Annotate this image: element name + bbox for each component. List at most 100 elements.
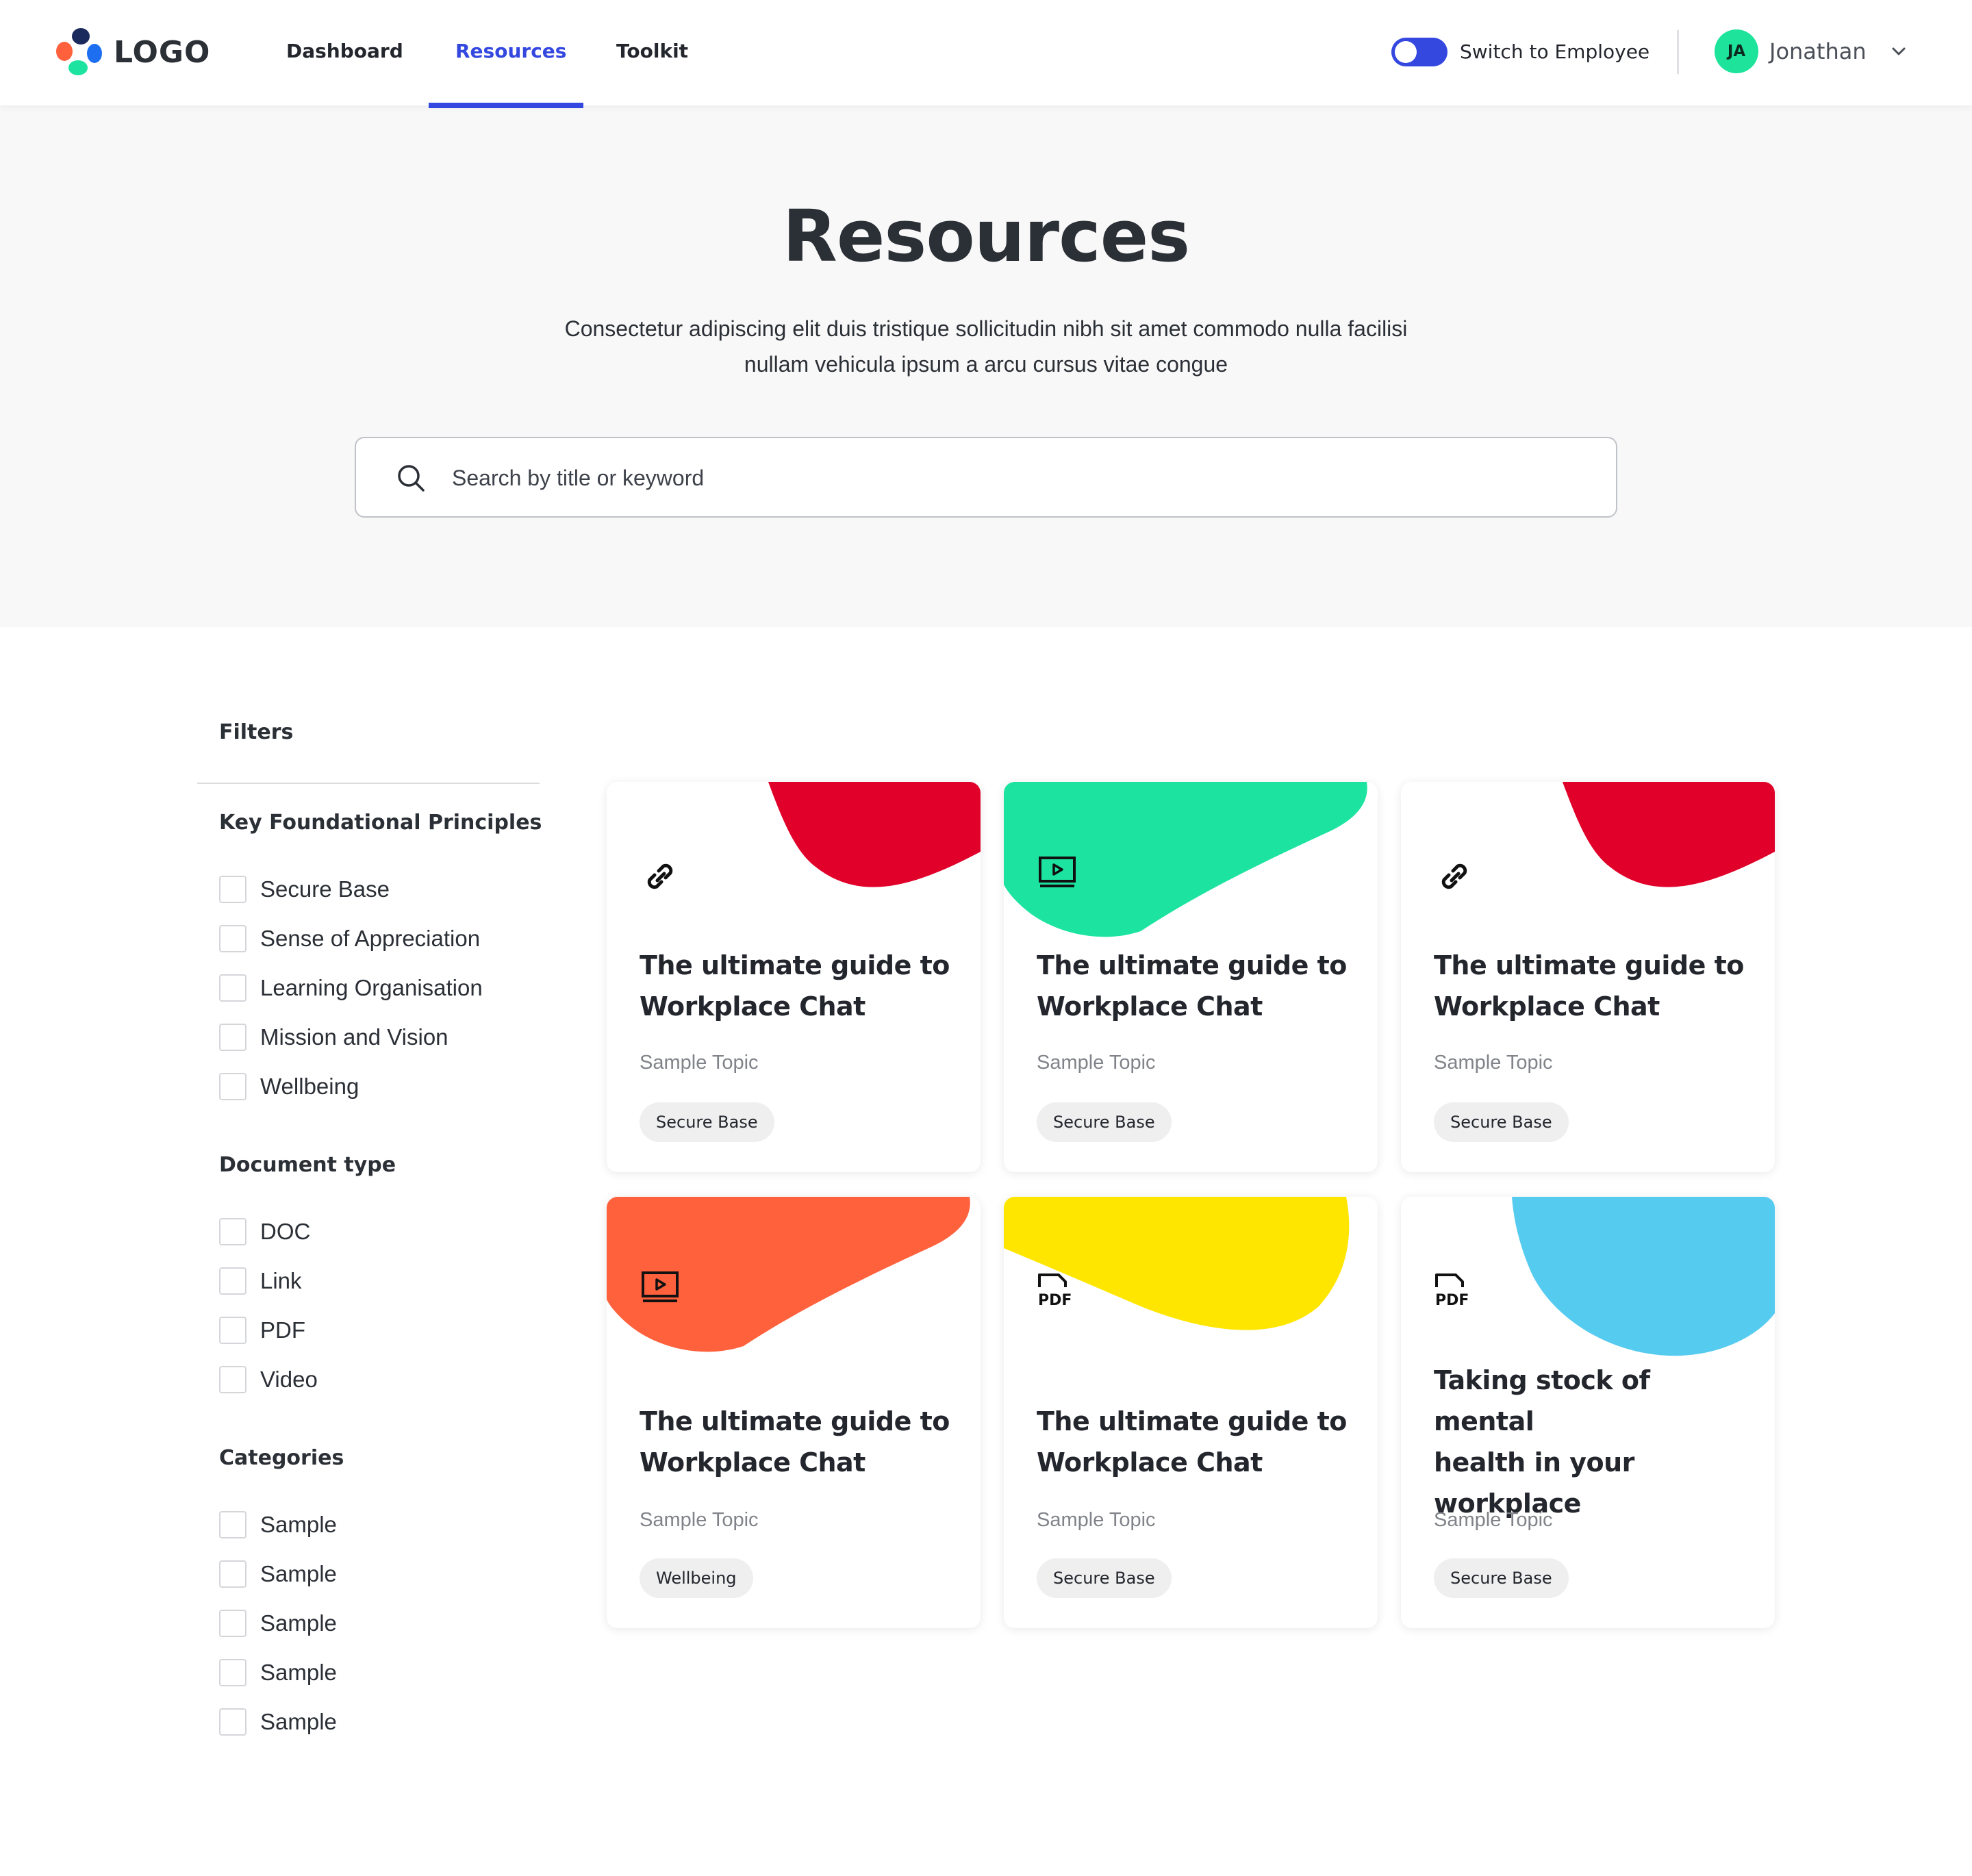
page-title: Resources bbox=[782, 194, 1190, 278]
card-topic: Sample Topic bbox=[1434, 1509, 1553, 1531]
filter-checkbox-link[interactable]: Link bbox=[219, 1267, 302, 1295]
card-title-line: The ultimate guide to bbox=[640, 1406, 950, 1436]
filter-checkbox-secure-base[interactable]: Secure Base bbox=[219, 875, 390, 904]
card-tag[interactable]: Wellbeing bbox=[640, 1558, 753, 1598]
link-icon bbox=[1441, 863, 1467, 889]
resource-card[interactable]: PDF The ultimate guide to Workplace Chat… bbox=[1004, 1197, 1378, 1628]
filter-checkbox-category[interactable]: Sample bbox=[219, 1560, 337, 1588]
card-title: The ultimate guide to Workplace Chat bbox=[640, 945, 961, 1027]
card-tag[interactable]: Secure Base bbox=[640, 1102, 774, 1142]
search-bar[interactable] bbox=[355, 437, 1617, 518]
toggle-knob bbox=[1395, 41, 1417, 63]
filter-label: PDF bbox=[260, 1317, 305, 1343]
checkbox[interactable] bbox=[219, 876, 246, 903]
card-title-line: Workplace Chat bbox=[1037, 991, 1263, 1022]
checkbox[interactable] bbox=[219, 925, 246, 952]
filter-label: Mission and Vision bbox=[260, 1024, 448, 1050]
filter-checkbox-sense-of-appreciation[interactable]: Sense of Appreciation bbox=[219, 924, 480, 953]
video-icon bbox=[1039, 857, 1076, 887]
svg-text:PDF: PDF bbox=[1435, 1292, 1469, 1309]
checkbox[interactable] bbox=[219, 1218, 246, 1245]
checkbox[interactable] bbox=[219, 1317, 246, 1344]
filter-checkbox-category[interactable]: Sample bbox=[219, 1708, 337, 1736]
checkbox[interactable] bbox=[219, 1659, 246, 1686]
switch-label: Switch to Employee bbox=[1460, 40, 1650, 63]
filter-label: Sample bbox=[260, 1512, 337, 1537]
checkbox[interactable] bbox=[219, 974, 246, 1002]
filter-label: Sample bbox=[260, 1610, 337, 1636]
card-blob bbox=[768, 782, 981, 887]
page-description: Consectetur adipiscing elit duis tristiq… bbox=[507, 311, 1465, 382]
nav-toolkit[interactable]: Toolkit bbox=[616, 0, 688, 105]
filter-checkbox-category[interactable]: Sample bbox=[219, 1609, 337, 1638]
checkbox[interactable] bbox=[219, 1366, 246, 1393]
checkbox[interactable] bbox=[219, 1708, 246, 1736]
filter-checkbox-category[interactable]: Sample bbox=[219, 1510, 337, 1539]
filters-divider bbox=[197, 783, 540, 784]
card-title-line: The ultimate guide to bbox=[1434, 950, 1744, 980]
card-title: Taking stock of mental health in your wo… bbox=[1434, 1360, 1756, 1524]
filter-checkbox-mission-and-vision[interactable]: Mission and Vision bbox=[219, 1023, 448, 1052]
card-title-line: The ultimate guide to bbox=[1037, 950, 1347, 980]
checkbox[interactable] bbox=[219, 1267, 246, 1295]
card-tag[interactable]: Secure Base bbox=[1434, 1102, 1569, 1142]
description-line-1: Consectetur adipiscing elit duis tristiq… bbox=[564, 316, 1408, 341]
card-title-line: Workplace Chat bbox=[640, 1447, 865, 1478]
checkbox[interactable] bbox=[219, 1024, 246, 1051]
description-line-2: nullam vehicula ipsum a arcu cursus vita… bbox=[744, 352, 1228, 377]
user-name[interactable]: Jonathan bbox=[1769, 36, 1867, 67]
filter-label: Sample bbox=[260, 1561, 337, 1586]
filter-group-title-principles: Key Foundational Principles bbox=[219, 811, 542, 835]
filter-checkbox-pdf[interactable]: PDF bbox=[219, 1316, 305, 1345]
chevron-down-icon[interactable] bbox=[1890, 42, 1908, 60]
card-blob bbox=[1563, 782, 1775, 887]
checkbox[interactable] bbox=[219, 1610, 246, 1637]
card-title-line: Workplace Chat bbox=[1434, 991, 1660, 1022]
search-input[interactable] bbox=[452, 457, 1575, 498]
resource-card[interactable]: The ultimate guide to Workplace Chat Sam… bbox=[607, 782, 981, 1172]
filter-label: DOC bbox=[260, 1219, 311, 1244]
filter-label: Sample bbox=[260, 1709, 337, 1734]
avatar[interactable]: JA bbox=[1715, 29, 1758, 73]
card-tag[interactable]: Secure Base bbox=[1037, 1102, 1172, 1142]
filter-checkbox-learning-organisation[interactable]: Learning Organisation bbox=[219, 974, 483, 1002]
resource-card[interactable]: The ultimate guide to Workplace Chat Sam… bbox=[1004, 782, 1378, 1172]
resource-card[interactable]: PDF Taking stock of mental health in you… bbox=[1401, 1197, 1775, 1628]
pdf-icon: PDF bbox=[1435, 1273, 1469, 1309]
card-title-line: Taking stock of mental bbox=[1434, 1365, 1650, 1436]
top-header: LOGO Dashboard Resources Toolkit Switch … bbox=[0, 0, 1972, 108]
nav-resources[interactable]: Resources bbox=[455, 0, 566, 105]
logo-icon bbox=[56, 28, 102, 75]
filter-checkbox-wellbeing[interactable]: Wellbeing bbox=[219, 1072, 359, 1101]
filters-title: Filters bbox=[219, 720, 294, 744]
card-title: The ultimate guide to Workplace Chat bbox=[1037, 1401, 1358, 1483]
filter-label: Sense of Appreciation bbox=[260, 926, 481, 951]
checkbox[interactable] bbox=[219, 1073, 246, 1100]
filter-label: Link bbox=[260, 1268, 302, 1293]
card-topic: Sample Topic bbox=[640, 1509, 759, 1531]
filter-label: Learning Organisation bbox=[260, 975, 483, 1000]
logo[interactable]: LOGO bbox=[53, 26, 210, 78]
card-topic: Sample Topic bbox=[1037, 1509, 1156, 1531]
resource-card[interactable]: The ultimate guide to Workplace Chat Sam… bbox=[1401, 782, 1775, 1172]
filter-label: Wellbeing bbox=[260, 1074, 359, 1099]
pdf-icon: PDF bbox=[1038, 1273, 1072, 1309]
resource-card[interactable]: The ultimate guide to Workplace Chat Sam… bbox=[607, 1197, 981, 1628]
card-tag[interactable]: Secure Base bbox=[1434, 1558, 1569, 1598]
filter-checkbox-category[interactable]: Sample bbox=[219, 1658, 337, 1687]
card-title-line: Workplace Chat bbox=[1037, 1447, 1263, 1478]
filter-group-title-document-type: Document type bbox=[219, 1153, 396, 1177]
hero-section: Resources Consectetur adipiscing elit du… bbox=[0, 105, 1972, 627]
card-tag[interactable]: Secure Base bbox=[1037, 1558, 1172, 1598]
card-topic: Sample Topic bbox=[1434, 1052, 1553, 1074]
card-title: The ultimate guide to Workplace Chat bbox=[1037, 945, 1358, 1027]
employee-switch-toggle[interactable] bbox=[1391, 38, 1448, 66]
card-title: The ultimate guide to Workplace Chat bbox=[640, 1401, 961, 1483]
card-blob bbox=[1512, 1197, 1775, 1356]
checkbox[interactable] bbox=[219, 1560, 246, 1588]
filter-label: Sample bbox=[260, 1660, 337, 1685]
nav-dashboard[interactable]: Dashboard bbox=[286, 0, 403, 105]
filter-checkbox-video[interactable]: Video bbox=[219, 1365, 318, 1394]
filter-checkbox-doc[interactable]: DOC bbox=[219, 1217, 310, 1246]
checkbox[interactable] bbox=[219, 1511, 246, 1538]
